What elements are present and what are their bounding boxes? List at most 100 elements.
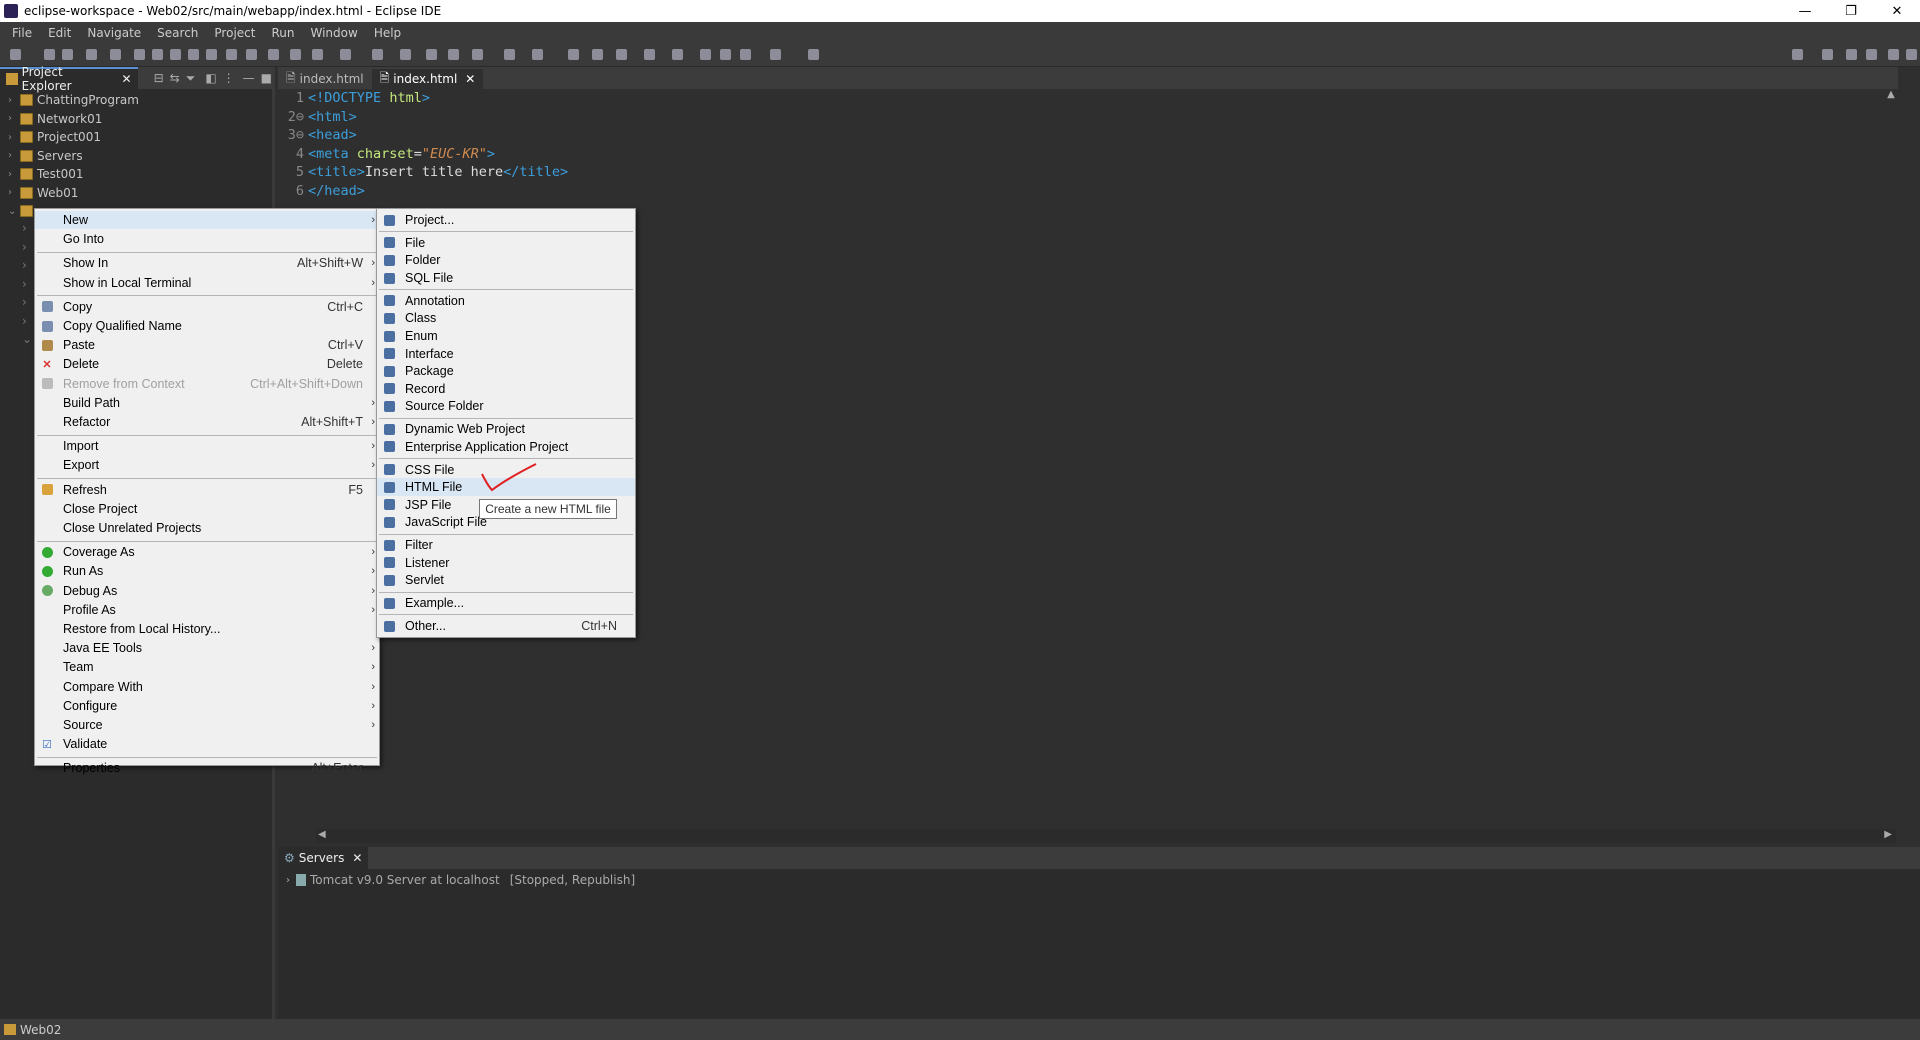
menu-item-record[interactable]: Record [377,380,635,398]
toolbar-icon[interactable] [592,49,603,60]
menu-window[interactable]: Window [302,26,365,40]
menu-item-restore-from-local-history[interactable]: Restore from Local History... [35,620,379,638]
menu-item-new[interactable]: New › [35,211,379,229]
menu-item-class[interactable]: Class [377,309,635,327]
menu-item-annotation[interactable]: Annotation [377,292,635,310]
menu-item-close-project[interactable]: Close Project [35,500,379,518]
tab-project-explorer[interactable]: Project Explorer ✕ [0,65,138,93]
toolbar-icon[interactable] [290,49,301,60]
toolbar-icon[interactable] [808,49,819,60]
toolbar-icon[interactable] [206,49,217,60]
menu-item-profile-as[interactable]: Profile As › [35,601,379,619]
toolbar-icon[interactable] [372,49,383,60]
toolbar-icon[interactable] [44,49,55,60]
toolbar-icon[interactable] [616,49,627,60]
menu-file[interactable]: File [4,26,40,40]
toolbar-icon[interactable] [472,49,483,60]
toolbar-icon[interactable] [1906,49,1917,60]
toolbar-icon[interactable] [340,49,351,60]
chevron-right-icon[interactable]: › [22,312,27,330]
menu-item-build-path[interactable]: Build Path › [35,394,379,412]
close-window-button[interactable]: ✕ [1874,0,1920,22]
menu-item-validate[interactable]: ☑ Validate [35,735,379,753]
menu-item-folder[interactable]: Folder [377,251,635,269]
toolbar-icon[interactable] [1866,49,1877,60]
tree-item-project[interactable]: › Project001 [8,128,101,146]
collapse-all-icon[interactable]: ⊟ [154,71,164,85]
menu-item-refresh[interactable]: Refresh F5 [35,481,379,499]
menu-item-configure[interactable]: Configure › [35,697,379,715]
toolbar-icon[interactable] [644,49,655,60]
chevron-right-icon[interactable]: › [8,150,20,161]
tree-item-project[interactable]: › Web01 [8,184,78,202]
toolbar-icon[interactable] [770,49,781,60]
vertical-scrollbar[interactable]: ▲ [1884,89,1898,829]
tree-item-web02-selected[interactable]: ⌄ [8,202,37,220]
toolbar-icon[interactable] [532,49,543,60]
chevron-right-icon[interactable]: › [8,187,20,198]
view-menu-icon[interactable]: ⋮ [223,71,235,85]
menu-item-run-as[interactable]: Run As › [35,562,379,580]
tree-item-project[interactable]: › Servers [8,147,83,165]
minimize-button[interactable]: — [1782,0,1828,22]
menu-edit[interactable]: Edit [40,26,79,40]
toolbar-icon[interactable] [1846,49,1857,60]
menu-help[interactable]: Help [366,26,409,40]
menu-item-filter[interactable]: Filter [377,536,635,554]
toolbar-icon[interactable] [448,49,459,60]
toolbar-icon[interactable] [246,49,257,60]
close-icon[interactable]: ✕ [352,851,362,865]
tree-item-project[interactable]: › Network01 [8,110,102,128]
chevron-right-icon[interactable]: › [22,238,27,256]
toolbar-icon[interactable] [504,49,515,60]
tree-item-project[interactable]: › Test001 [8,165,84,183]
menu-item-enum[interactable]: Enum [377,327,635,345]
close-icon[interactable]: ✕ [122,72,132,86]
chevron-right-icon[interactable]: › [8,95,20,106]
toolbar-icon[interactable] [188,49,199,60]
toolbar-icon[interactable] [1792,49,1803,60]
toolbar-icon[interactable] [700,49,711,60]
menu-project[interactable]: Project [206,26,263,40]
menu-item-copy-qualified-name[interactable]: Copy Qualified Name [35,317,379,335]
chevron-right-icon[interactable]: › [8,169,20,180]
toolbar-icon[interactable] [170,49,181,60]
menu-item-show-in[interactable]: Show In Alt+Shift+W › [35,254,379,272]
restore-button[interactable]: ❐ [1828,0,1874,22]
toolbar-icon[interactable] [268,49,279,60]
toolbar-icon[interactable] [1888,49,1899,60]
menu-item-refactor[interactable]: Refactor Alt+Shift+T › [35,413,379,431]
tab-servers[interactable]: ⚙ Servers ✕ [278,847,369,869]
chevron-right-icon[interactable]: › [22,219,27,237]
editor-tab-index-html-2[interactable]: 🗎 index.html ✕ [371,69,484,89]
toolbar-icon[interactable] [86,49,97,60]
menu-item-team[interactable]: Team › [35,658,379,676]
chevron-right-icon[interactable]: › [22,293,27,311]
menu-item-java-ee-tools[interactable]: Java EE Tools › [35,639,379,657]
menu-item-sql-file[interactable]: SQL File [377,269,635,287]
chevron-right-icon[interactable]: › [8,113,20,124]
menu-item-export[interactable]: Export › [35,456,379,474]
chevron-right-icon[interactable]: ⌄ [22,330,32,348]
menu-item-dynamic-web-project[interactable]: Dynamic Web Project [377,420,635,438]
minimize-view-icon[interactable]: — [243,71,255,85]
chevron-down-icon[interactable]: ⌄ [8,206,20,217]
menu-item-enterprise-application-project[interactable]: Enterprise Application Project [377,438,635,456]
editor-tab-index-html-1[interactable]: 🗎 index.html [278,69,372,89]
chevron-right-icon[interactable]: › [8,132,20,143]
menu-item-go-into[interactable]: Go Into [35,230,379,248]
menu-item-paste[interactable]: Paste Ctrl+V [35,336,379,354]
toolbar-icon[interactable] [312,49,323,60]
scroll-right-icon[interactable]: ▶ [1884,829,1892,840]
menu-item-import[interactable]: Import › [35,437,379,455]
toolbar-icon[interactable] [400,49,411,60]
toolbar-icon[interactable] [568,49,579,60]
menu-search[interactable]: Search [149,26,206,40]
menu-item-properties[interactable]: Properties Alt+Enter [35,759,379,777]
focus-icon[interactable]: ◧ [205,71,216,85]
chevron-right-icon[interactable]: › [22,256,27,274]
toolbar-icon[interactable] [740,49,751,60]
toolbar-icon[interactable] [152,49,163,60]
menu-item-example[interactable]: Example... [377,594,635,612]
close-icon[interactable]: ✕ [465,72,475,86]
